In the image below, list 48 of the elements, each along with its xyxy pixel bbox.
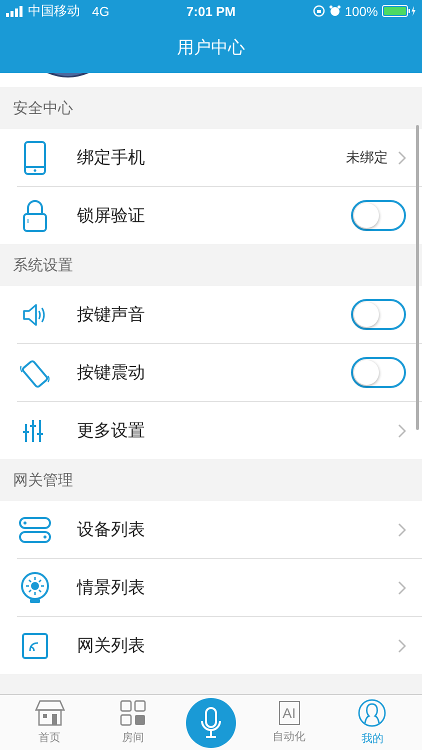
gateway-icon xyxy=(22,632,48,658)
lock-icon xyxy=(23,200,47,232)
voice-button[interactable] xyxy=(186,698,236,748)
section-header: 安全中心 xyxy=(13,98,73,118)
row-label: 按键震动 xyxy=(77,362,146,384)
row-label: 更多设置 xyxy=(77,420,146,442)
toggle-switch[interactable] xyxy=(351,200,406,231)
status-time: 7:01 PM xyxy=(186,4,236,18)
row-label: 网关列表 xyxy=(77,635,146,657)
grid-icon xyxy=(120,700,146,726)
settings-row[interactable]: 设备列表 xyxy=(17,501,422,559)
network-type: 4G xyxy=(92,4,110,18)
section-header: 网关管理 xyxy=(13,470,73,490)
alarm-icon xyxy=(328,5,341,17)
phone-icon xyxy=(24,140,46,174)
chevron-right-icon xyxy=(398,580,406,594)
row-label: 绑定手机 xyxy=(77,147,146,169)
chevron-right-icon xyxy=(398,522,406,536)
settings-row[interactable]: 按键震动 xyxy=(17,344,422,402)
row-label: 情景列表 xyxy=(77,577,146,599)
house-icon xyxy=(34,700,65,726)
row-label: 按键声音 xyxy=(77,304,146,326)
settings-row[interactable]: 锁屏验证 xyxy=(17,187,422,244)
speaker-icon xyxy=(22,302,48,326)
signal-icon xyxy=(6,6,24,16)
battery-icon xyxy=(382,5,416,17)
settings-row[interactable]: 情景列表 xyxy=(17,559,422,617)
row-value: 未绑定 xyxy=(346,148,388,166)
section-header: 系统设置 xyxy=(13,256,73,274)
carrier-name: 中国移动 xyxy=(28,2,80,20)
rotation-lock-icon xyxy=(312,5,325,17)
settings-row[interactable]: 按键声音 xyxy=(17,286,422,344)
user-icon xyxy=(358,699,386,727)
row-label: 设备列表 xyxy=(77,519,146,541)
chevron-right-icon xyxy=(398,424,406,438)
chevron-right-icon xyxy=(398,150,406,164)
settings-row[interactable]: 更多设置 xyxy=(17,402,422,459)
page-title: 用户中心 xyxy=(177,37,245,59)
toggle-switch[interactable] xyxy=(351,299,406,330)
chevron-right-icon xyxy=(398,638,406,652)
toggle-switch[interactable] xyxy=(351,357,406,388)
ai-icon: AI xyxy=(278,701,300,725)
battery-percent: 100% xyxy=(344,4,378,18)
microphone-icon xyxy=(200,706,222,738)
settings-row[interactable]: 网关列表 xyxy=(17,617,422,674)
sun-bulb-icon xyxy=(20,572,50,604)
row-label: 锁屏验证 xyxy=(77,205,146,227)
device-list-icon xyxy=(19,516,51,542)
